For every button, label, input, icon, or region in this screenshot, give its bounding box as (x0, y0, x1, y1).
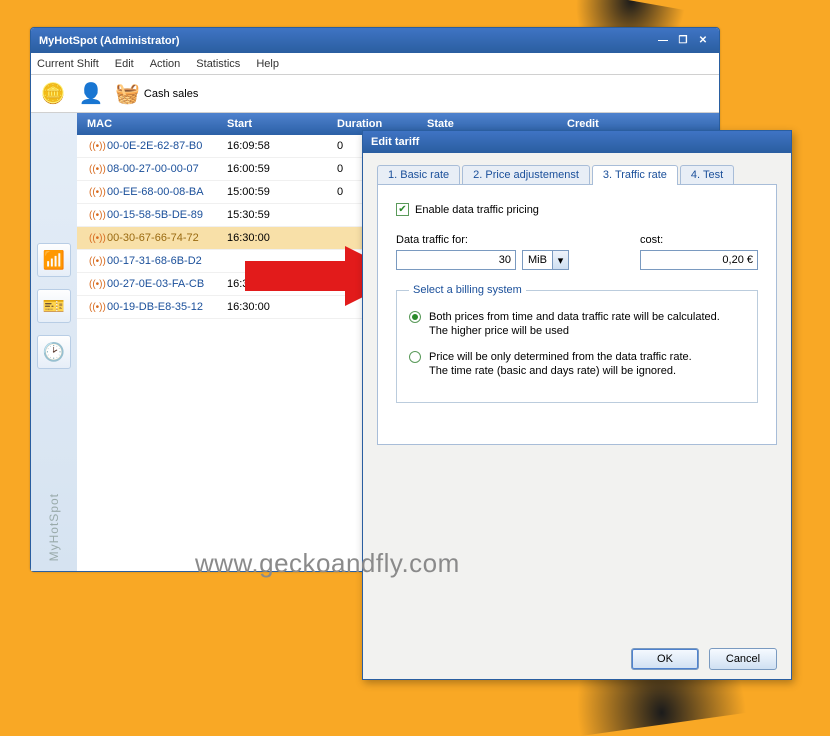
start-cell: 15:30:59 (227, 209, 337, 221)
titlebar: MyHotSpot (Administrator) — ❐ ✕ (31, 28, 719, 53)
dialog-footer: OK Cancel (363, 639, 791, 679)
col-header-start[interactable]: Start (227, 118, 337, 130)
wifi-icon: ((•)) (89, 164, 103, 175)
sidebar: 📶 🎫 🕑 MyHotSpot (31, 113, 77, 571)
basket-icon: 🧺 (115, 81, 140, 106)
maximize-button[interactable]: ❐ (675, 34, 691, 47)
tickets-icon: 🎫 (43, 296, 65, 317)
mac-cell: 00-EE-68-00-08-BA (107, 186, 204, 198)
data-traffic-input[interactable] (396, 250, 516, 270)
menu-help[interactable]: Help (256, 58, 279, 70)
start-cell: 16:33:00 (227, 278, 337, 290)
col-header-credit[interactable]: Credit (567, 118, 719, 130)
toolbar-cash-sales[interactable]: 🧺 Cash sales (115, 81, 198, 106)
tab-strip: 1. Basic rate 2. Price adjustemenst 3. T… (377, 165, 777, 185)
edit-tariff-dialog: Edit tariff 1. Basic rate 2. Price adjus… (362, 130, 792, 680)
sidebar-brand: MyHotSpot (47, 493, 61, 561)
sidebar-tickets-button[interactable]: 🎫 (37, 289, 71, 323)
menu-edit[interactable]: Edit (115, 58, 134, 70)
wifi-icon: ((•)) (89, 187, 103, 198)
menu-current-shift[interactable]: Current Shift (37, 58, 99, 70)
enable-traffic-label: Enable data traffic pricing (415, 204, 539, 216)
tab-price-adjust[interactable]: 2. Price adjustemenst (462, 165, 590, 184)
wifi-icon: ((•)) (89, 210, 103, 221)
col-header-mac[interactable]: MAC (77, 118, 227, 130)
billing-system-legend: Select a billing system (409, 284, 526, 296)
col-header-duration[interactable]: Duration (337, 118, 427, 130)
billing-system-group: Select a billing system Both prices from… (396, 284, 758, 403)
data-traffic-label: Data traffic for: (396, 234, 569, 246)
wifi-icon: ((•)) (89, 279, 103, 290)
watermark-text: www.geckoandfly.com (195, 548, 460, 579)
col-header-state[interactable]: State (427, 118, 567, 130)
cancel-button[interactable]: Cancel (709, 648, 777, 670)
wifi-icon: ((•)) (89, 233, 103, 244)
mac-cell: 00-27-0E-03-FA-CB (107, 278, 204, 290)
tab-panel-traffic: ✔ Enable data traffic pricing Data traff… (377, 185, 777, 445)
start-cell: 16:09:58 (227, 140, 337, 152)
coins-icon: 🪙 (41, 81, 66, 106)
unit-value: MiB (523, 254, 552, 266)
wifi-icon: ((•)) (89, 141, 103, 152)
mac-cell: 00-19-DB-E8-35-12 (107, 301, 203, 313)
start-cell: 16:30:00 (227, 301, 337, 313)
toolbar: 🪙 👤 🧺 Cash sales (31, 75, 719, 113)
minimize-button[interactable]: — (655, 34, 671, 47)
toolbar-coins-button[interactable]: 🪙 (37, 78, 69, 110)
cash-sales-label: Cash sales (144, 88, 198, 100)
tab-basic-rate[interactable]: 1. Basic rate (377, 165, 460, 184)
billing-option-both-text: Both prices from time and data traffic r… (429, 310, 720, 338)
unit-select[interactable]: MiB ▾ (522, 250, 569, 270)
antenna-icon: 📶 (43, 250, 65, 271)
mac-cell: 08-00-27-00-00-07 (107, 163, 199, 175)
start-cell: 16:30:00 (227, 232, 337, 244)
close-button[interactable]: ✕ (695, 34, 711, 47)
mac-cell: 00-17-31-68-6B-D2 (107, 255, 202, 267)
menubar: Current Shift Edit Action Statistics Hel… (31, 53, 719, 75)
menu-action[interactable]: Action (150, 58, 181, 70)
toolbar-user-button[interactable]: 👤 (75, 78, 107, 110)
start-cell: 16:00:59 (227, 163, 337, 175)
wifi-icon: ((•)) (89, 256, 103, 267)
sidebar-wifi-button[interactable]: 📶 (37, 243, 71, 277)
dialog-title: Edit tariff (363, 131, 791, 153)
chevron-down-icon: ▾ (552, 251, 568, 269)
tab-traffic-rate[interactable]: 3. Traffic rate (592, 165, 678, 184)
start-cell: 15:00:59 (227, 186, 337, 198)
clock-icon: 🕑 (43, 342, 65, 363)
billing-option-data-only-text: Price will be only determined from the d… (429, 350, 692, 378)
sidebar-clock-button[interactable]: 🕑 (37, 335, 71, 369)
mac-cell: 00-30-67-66-74-72 (107, 232, 199, 244)
cost-label: cost: (640, 234, 758, 246)
ok-button[interactable]: OK (631, 648, 699, 670)
mac-cell: 00-0E-2E-62-87-B0 (107, 140, 202, 152)
wifi-icon: ((•)) (89, 302, 103, 313)
billing-option-data-only-radio[interactable] (409, 351, 421, 363)
mac-cell: 00-15-58-5B-DE-89 (107, 209, 203, 221)
billing-option-both-radio[interactable] (409, 311, 421, 323)
window-title: MyHotSpot (Administrator) (39, 35, 651, 47)
cost-input[interactable] (640, 250, 758, 270)
user-refresh-icon: 👤 (79, 81, 104, 106)
menu-statistics[interactable]: Statistics (196, 58, 240, 70)
tab-test[interactable]: 4. Test (680, 165, 734, 184)
enable-traffic-checkbox[interactable]: ✔ (396, 203, 409, 216)
